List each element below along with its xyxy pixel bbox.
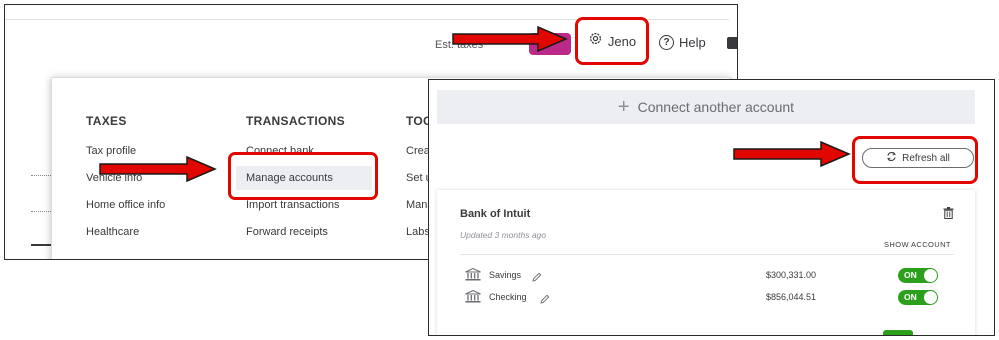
menu-item-healthcare[interactable]: Healthcare: [86, 225, 165, 252]
chat-icon[interactable]: [727, 37, 737, 49]
partial-toggle: [883, 330, 913, 335]
manage-accounts-red-outline: [228, 152, 378, 200]
menu-heading-taxes: TAXES: [86, 114, 127, 128]
connect-account-label: Connect another account: [637, 99, 795, 115]
connect-another-account-button[interactable]: + Connect another account: [437, 90, 975, 124]
help-label: Help: [679, 35, 706, 50]
user-name-label: Jeno: [607, 33, 637, 49]
help-button[interactable]: ? Help: [659, 35, 706, 50]
toggle-on-label: ON: [904, 270, 917, 280]
dotted-divider: [31, 211, 51, 212]
accounts-screenshot-panel: + Connect another account Refresh all Ba…: [428, 79, 995, 336]
refresh-all-button[interactable]: Refresh all: [862, 148, 974, 168]
account-balance: $856,044.51: [766, 292, 817, 302]
pencil-icon[interactable]: [540, 291, 550, 309]
toggle-knob: [924, 269, 937, 282]
arrow-icon: [733, 141, 851, 167]
show-account-toggle[interactable]: ON: [898, 268, 938, 283]
card-divider: [460, 254, 954, 255]
pencil-icon[interactable]: [532, 269, 542, 287]
account-row: Checking $856,044.51 ON: [460, 289, 954, 307]
bank-icon: [465, 289, 481, 308]
arrow-icon: [99, 156, 217, 182]
account-balance: $300,331.00: [766, 270, 817, 280]
refresh-icon: [886, 151, 897, 165]
bank-name: Bank of Intuit: [460, 208, 531, 220]
menu-column-taxes: TAXES Tax profile Vehicle info Home offi…: [86, 114, 165, 252]
dotted-divider: [31, 175, 51, 176]
updated-timestamp: Updated 3 months ago: [460, 230, 547, 240]
account-name: Savings: [489, 270, 522, 280]
refresh-all-label: Refresh all: [902, 152, 950, 164]
toggle-on-label: ON: [904, 292, 917, 302]
menu-item-home-office-info[interactable]: Home office info: [86, 198, 165, 225]
arrow-icon: [452, 26, 568, 52]
underline-divider: [31, 244, 51, 246]
plus-icon: +: [617, 96, 630, 118]
gear-icon: [588, 31, 603, 51]
menu-item-forward-receipts[interactable]: Forward receipts: [246, 225, 345, 252]
settings-gear-button[interactable]: Jeno: [575, 17, 649, 65]
bank-account-card: Bank of Intuit Updated 3 months ago SHOW…: [437, 190, 975, 335]
show-account-toggle[interactable]: ON: [898, 290, 938, 305]
bank-icon: [465, 267, 481, 286]
show-account-header: SHOW ACCOUNT: [884, 240, 951, 249]
account-name: Checking: [489, 292, 527, 302]
account-row: Savings $300,331.00 ON: [460, 267, 954, 285]
toggle-knob: [924, 291, 937, 304]
trash-icon[interactable]: [943, 206, 954, 224]
help-icon: ?: [659, 35, 674, 50]
menu-item-import-transactions[interactable]: Import transactions: [246, 198, 345, 225]
menu-heading-transactions: TRANSACTIONS: [246, 114, 345, 128]
